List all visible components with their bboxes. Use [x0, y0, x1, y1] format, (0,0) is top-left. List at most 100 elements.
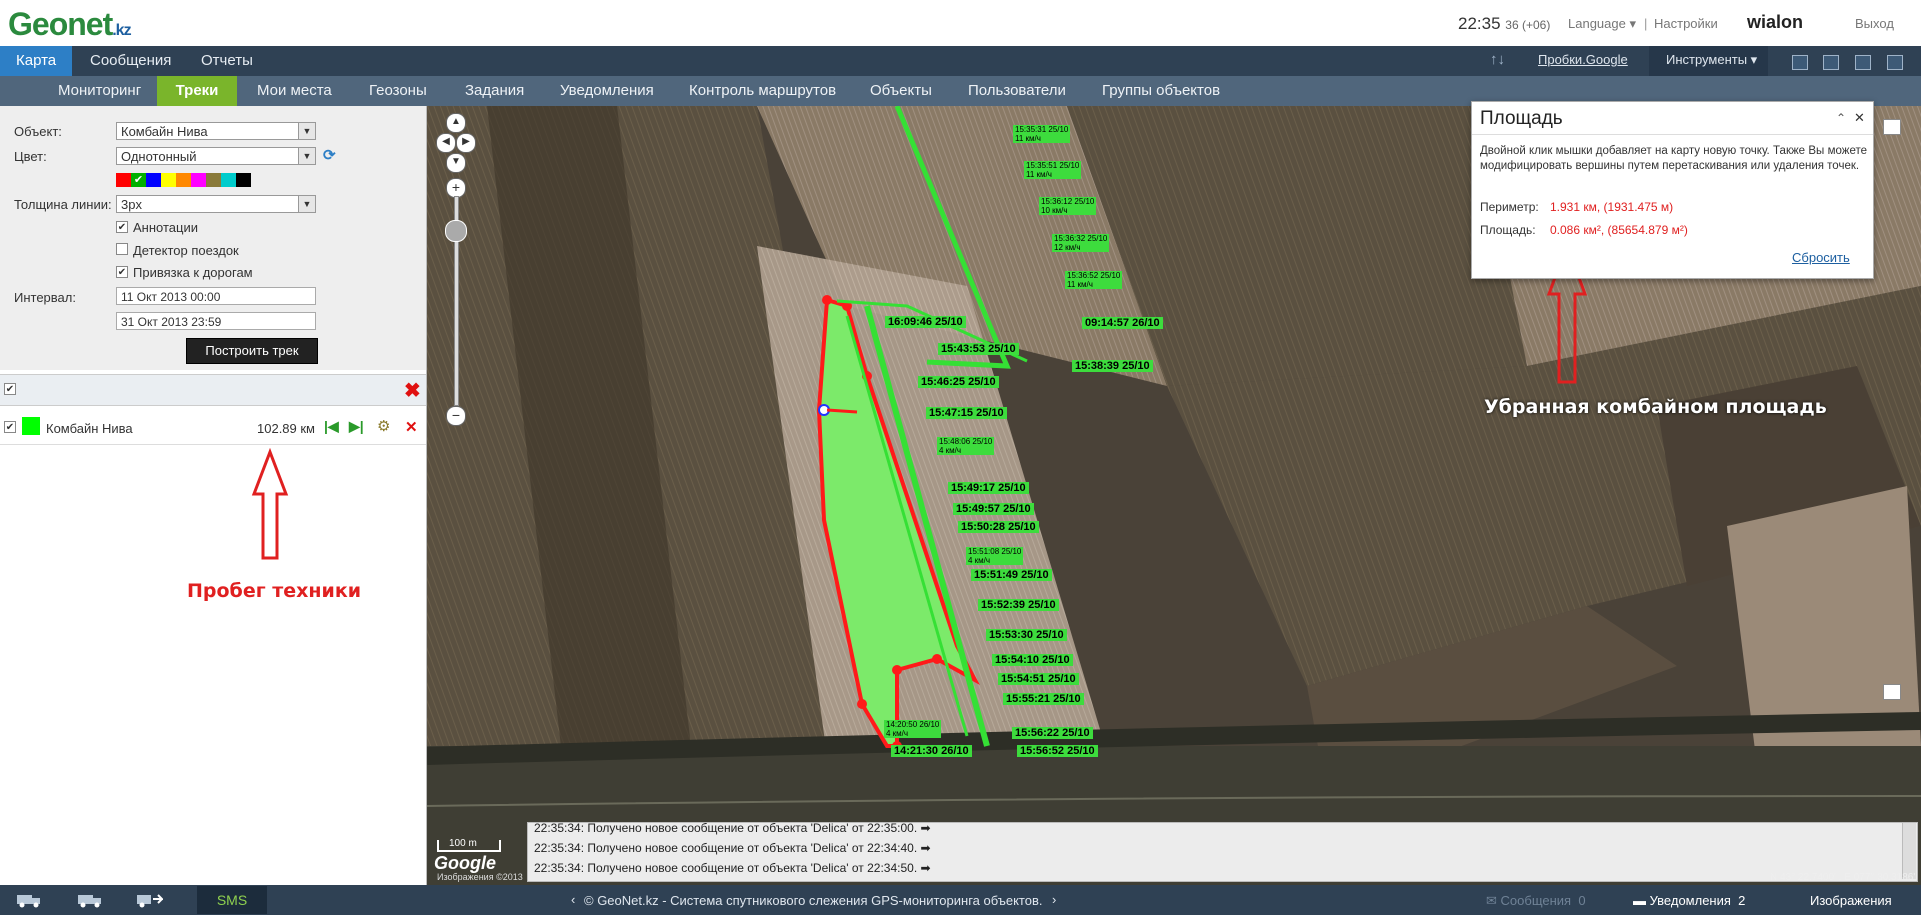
- color-swatch-cyan[interactable]: [221, 173, 236, 187]
- next-icon[interactable]: ›: [1052, 892, 1056, 907]
- layers-icon[interactable]: [1883, 119, 1901, 135]
- google-traffic-button[interactable]: Пробки.Google: [1538, 52, 1628, 67]
- zoom-in-icon[interactable]: +: [446, 178, 466, 198]
- color-swatch-green-selected[interactable]: ✔: [131, 173, 146, 187]
- tab-route-control[interactable]: Контроль маршрутов: [675, 76, 850, 106]
- logout-link[interactable]: Выход: [1855, 16, 1894, 31]
- zoom-out-icon[interactable]: −: [446, 406, 466, 426]
- pan-up-icon[interactable]: ▲: [446, 113, 466, 133]
- tab-jobs[interactable]: Задания: [451, 76, 538, 106]
- log-scrollbar[interactable]: [1902, 823, 1916, 879]
- units-truck-icon[interactable]: [17, 892, 43, 908]
- track-name: Комбайн Нива: [46, 421, 133, 436]
- coordinates-readout: N 43° 22.7400' : E 077° 30.3186': [1770, 872, 1916, 883]
- select-all-checkbox[interactable]: ✔: [4, 383, 16, 395]
- layout-view-2-icon[interactable]: [1823, 55, 1839, 70]
- tab-units[interactable]: Объекты: [856, 76, 946, 106]
- color-swatch-black[interactable]: [236, 173, 251, 187]
- reset-link[interactable]: Сбросить: [1792, 250, 1850, 265]
- object-select-value: Комбайн Нива: [121, 124, 208, 139]
- line-width-select[interactable]: 3px ▼: [116, 195, 316, 213]
- tab-unit-groups[interactable]: Группы объектов: [1088, 76, 1234, 106]
- go-arrow-icon[interactable]: ➡: [921, 841, 931, 855]
- tab-users[interactable]: Пользователи: [954, 76, 1080, 106]
- mileage-annotation: Пробег техники: [187, 580, 362, 602]
- tab-reports[interactable]: Отчеты: [185, 46, 269, 76]
- send-command-icon[interactable]: [137, 892, 165, 908]
- clock-timezone: 36 (+06): [1505, 18, 1551, 32]
- tab-geofences[interactable]: Геозоны: [355, 76, 441, 106]
- color-mode-value: Однотонный: [121, 149, 197, 164]
- up-arrow-annotation-icon: [251, 448, 289, 560]
- color-swatch-yellow[interactable]: [161, 173, 176, 187]
- tab-tracks[interactable]: Треки: [157, 76, 237, 106]
- sort-arrows-button[interactable]: ↑↓: [1490, 51, 1505, 68]
- language-menu[interactable]: Language ▾: [1568, 16, 1636, 32]
- popup-divider: [1472, 134, 1873, 135]
- color-swatch-blue[interactable]: [146, 173, 161, 187]
- geonet-logo[interactable]: Geonet.kz: [8, 6, 132, 43]
- track-list-header: [0, 374, 426, 406]
- go-to-start-icon[interactable]: |◀: [324, 418, 339, 435]
- pan-down-icon[interactable]: ▼: [446, 153, 466, 173]
- track-settings-icon[interactable]: ⚙: [377, 417, 390, 435]
- color-swatch-orange[interactable]: [176, 173, 191, 187]
- snap-to-roads-checkbox[interactable]: ✔: [116, 266, 128, 278]
- pan-right-icon[interactable]: ▶: [456, 133, 476, 153]
- tools-menu[interactable]: Инструменты ▾: [1666, 52, 1757, 68]
- tab-my-places[interactable]: Мои места: [243, 76, 346, 106]
- object-select[interactable]: Комбайн Нива ▼: [116, 122, 316, 140]
- interval-to-input[interactable]: 31 Окт 2013 23:59: [116, 312, 316, 330]
- go-arrow-icon[interactable]: ➡: [921, 861, 931, 875]
- go-arrow-icon[interactable]: ➡: [921, 823, 931, 835]
- interval-from-input[interactable]: 11 Окт 2013 00:00: [116, 287, 316, 305]
- snap-to-roads-label: Привязка к дорогам: [133, 265, 253, 280]
- perimeter-value: 1.931 км, (1931.475 м): [1550, 200, 1674, 214]
- pan-left-icon[interactable]: ◀: [436, 133, 456, 153]
- log-message: 22:35:34: Получено новое сообщение от об…: [534, 822, 931, 835]
- color-swatch-red[interactable]: [116, 173, 131, 187]
- layout-view-4-icon[interactable]: [1887, 55, 1903, 70]
- area-label: Площадь:: [1480, 223, 1536, 237]
- delete-all-icon[interactable]: ✖: [404, 378, 421, 403]
- popup-title: Площадь: [1480, 108, 1563, 129]
- delete-track-icon[interactable]: ✕: [405, 418, 418, 436]
- tab-monitoring[interactable]: Мониторинг: [44, 76, 155, 106]
- map-scale-label: 100 m: [449, 838, 477, 849]
- line-width-value: 3px: [121, 197, 142, 212]
- log-message-text: 22:35:34: Получено новое сообщение от об…: [534, 822, 918, 835]
- layout-view-1-icon[interactable]: [1792, 55, 1808, 70]
- refresh-icon[interactable]: ⟳: [323, 146, 336, 164]
- tab-messages[interactable]: Сообщения: [74, 46, 187, 76]
- header-separator: |: [1644, 16, 1648, 31]
- notifications-status[interactable]: ▬ Уведомления 2: [1633, 893, 1745, 908]
- track-color-indicator: [22, 417, 40, 435]
- minimap-icon[interactable]: [1883, 684, 1901, 700]
- build-track-button[interactable]: Построить трек: [186, 338, 318, 364]
- layout-view-3-icon[interactable]: [1855, 55, 1871, 70]
- logo-suffix: .kz: [112, 22, 131, 39]
- track-visible-checkbox[interactable]: ✔: [4, 421, 16, 433]
- copyright-text: © GeoNet.kz - Система спутникового слеже…: [584, 893, 1043, 908]
- zoom-slider-handle[interactable]: [445, 220, 467, 242]
- collapse-icon[interactable]: ⌃: [1836, 111, 1846, 125]
- settings-link[interactable]: Настройки: [1654, 16, 1718, 31]
- truck-icon[interactable]: [78, 892, 104, 908]
- tab-notifications[interactable]: Уведомления: [546, 76, 668, 106]
- close-icon[interactable]: ✕: [1854, 110, 1865, 126]
- images-status[interactable]: Изображения: [1810, 893, 1892, 908]
- messages-status[interactable]: ✉ Сообщения 0: [1486, 893, 1586, 909]
- prev-icon[interactable]: ‹: [571, 892, 575, 907]
- event-log[interactable]: 22:35:34: Получено новое сообщение от об…: [527, 822, 1918, 882]
- sms-button[interactable]: SMS: [197, 886, 267, 914]
- annotations-checkbox[interactable]: ✔: [116, 221, 128, 233]
- notifications-status-label: Уведомления: [1649, 893, 1731, 908]
- trip-detector-checkbox[interactable]: [116, 243, 128, 255]
- color-swatch-olive[interactable]: [206, 173, 221, 187]
- color-mode-select[interactable]: Однотонный ▼: [116, 147, 316, 165]
- go-to-end-icon[interactable]: ▶|: [349, 418, 364, 435]
- object-label: Объект:: [14, 124, 62, 139]
- color-swatch-magenta[interactable]: [191, 173, 206, 187]
- tab-map[interactable]: Карта: [0, 46, 72, 76]
- log-message-text: 22:35:34: Получено новое сообщение от об…: [534, 841, 918, 855]
